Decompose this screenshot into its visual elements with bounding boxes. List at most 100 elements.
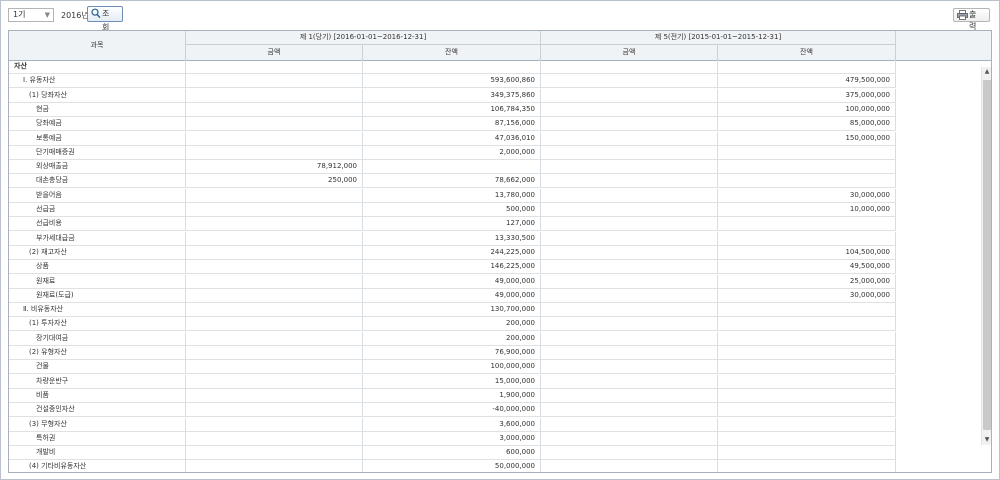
current-balance-cell: 1,900,000	[363, 388, 541, 403]
account-cell: 건설중인자산	[9, 403, 186, 418]
header-previous-period: 제 5(전기) [2015-01-01~2015-12-31]	[541, 31, 896, 45]
table-row[interactable]: 장기대여금 200,000	[9, 331, 896, 346]
previous-balance-cell	[718, 60, 896, 74]
previous-balance-cell: 30,000,000	[718, 288, 896, 303]
previous-amount-cell	[541, 446, 718, 461]
current-balance-cell: 78,662,000	[363, 174, 541, 189]
table-row[interactable]: (4) 기타비유동자산 50,000,000	[9, 460, 896, 472]
table-row[interactable]: 개발비 600,000	[9, 446, 896, 461]
print-button[interactable]: 출 력	[953, 8, 990, 31]
account-cell: 차량운반구	[9, 374, 186, 389]
previous-balance-cell	[718, 460, 896, 472]
account-cell: (1) 당좌자산	[9, 88, 186, 103]
table-row[interactable]: 차량운반구 15,000,000	[9, 374, 896, 389]
current-amount-cell	[186, 388, 363, 403]
current-amount-cell	[186, 131, 363, 146]
account-cell: 비품	[9, 388, 186, 403]
current-amount-cell	[186, 360, 363, 375]
period-select[interactable]: 1기 ▼	[8, 8, 54, 22]
table-row[interactable]: (3) 무형자산 3,600,000	[9, 417, 896, 432]
table-row[interactable]: 받을어음 13,780,000 30,000,000	[9, 188, 896, 203]
current-balance-cell: 49,000,000	[363, 288, 541, 303]
table-row[interactable]: 선급금 500,000 10,000,000	[9, 203, 896, 217]
current-balance-cell: 200,000	[363, 317, 541, 332]
table-row[interactable]: 건설중인자산 -40,000,000	[9, 403, 896, 418]
current-amount-cell	[186, 403, 363, 418]
header-current-period: 제 1(당기) [2016-01-01~2016-12-31]	[186, 31, 541, 45]
current-balance-cell: 100,000,000	[363, 360, 541, 375]
account-cell: 특허권	[9, 431, 186, 446]
table-row[interactable]: 자산	[9, 60, 896, 74]
previous-amount-cell	[541, 374, 718, 389]
search-button[interactable]: 조 회	[87, 6, 123, 32]
previous-amount-cell	[541, 174, 718, 189]
previous-amount-cell	[541, 346, 718, 360]
previous-amount-cell	[541, 131, 718, 146]
current-amount-cell	[186, 102, 363, 117]
table-row[interactable]: 현금 106,784,350 100,000,000	[9, 102, 896, 117]
account-cell: Ⅰ. 유동자산	[9, 74, 186, 89]
previous-amount-cell	[541, 403, 718, 418]
table-row[interactable]: 부가세대급금 13,330,500	[9, 231, 896, 246]
table-row[interactable]: 보통예금 47,036,010 150,000,000	[9, 131, 896, 146]
header-account: 과목	[9, 31, 186, 60]
previous-amount-cell	[541, 245, 718, 260]
current-amount-cell	[186, 331, 363, 346]
previous-balance-cell: 375,000,000	[718, 88, 896, 103]
previous-amount-cell	[541, 360, 718, 375]
table-row[interactable]: 건물 100,000,000	[9, 360, 896, 375]
previous-balance-cell	[718, 217, 896, 232]
scroll-up-arrow-icon[interactable]: ▲	[982, 67, 991, 77]
previous-amount-cell	[541, 74, 718, 89]
table-row[interactable]: 단기매매증권 2,000,000	[9, 145, 896, 160]
table-row[interactable]: (1) 투자자산 200,000	[9, 317, 896, 332]
table-row[interactable]: (1) 당좌자산 349,375,860 375,000,000	[9, 88, 896, 103]
previous-amount-cell	[541, 117, 718, 132]
table-row[interactable]: 선급비용 127,000	[9, 217, 896, 232]
current-balance-cell	[363, 160, 541, 175]
account-cell: 외상매출금	[9, 160, 186, 175]
grid-body: 자산 Ⅰ. 유동자산 593,600,860 479,500,000 (1) 당좌자산 3…	[9, 60, 991, 472]
previous-balance-cell: 479,500,000	[718, 74, 896, 89]
table-row[interactable]: (2) 유형자산 76,900,000	[9, 346, 896, 360]
previous-amount-cell	[541, 417, 718, 432]
current-balance-cell: 50,000,000	[363, 460, 541, 472]
previous-balance-cell	[718, 360, 896, 375]
table-row[interactable]: 원재료 49,000,000 25,000,000	[9, 274, 896, 289]
current-amount-cell	[186, 145, 363, 160]
table-row[interactable]: 특허권 3,000,000	[9, 431, 896, 446]
previous-amount-cell	[541, 388, 718, 403]
current-amount-cell	[186, 117, 363, 132]
vertical-scrollbar[interactable]: ▲ ▼	[981, 67, 991, 445]
table-row[interactable]: 원재료(도급) 49,000,000 30,000,000	[9, 288, 896, 303]
account-cell: (3) 무형자산	[9, 417, 186, 432]
account-cell: (1) 투자자산	[9, 317, 186, 332]
table-row[interactable]: (2) 재고자산 244,225,000 104,500,000	[9, 245, 896, 260]
table-row[interactable]: 대손충당금 250,000 78,662,000	[9, 174, 896, 189]
previous-amount-cell	[541, 431, 718, 446]
current-amount-cell	[186, 260, 363, 275]
table-row[interactable]: Ⅱ. 비유동자산 130,700,000	[9, 303, 896, 318]
scroll-down-arrow-icon[interactable]: ▼	[982, 435, 991, 445]
year-label: 2016년	[61, 11, 89, 20]
previous-balance-cell: 49,500,000	[718, 260, 896, 275]
table-row[interactable]: 비품 1,900,000	[9, 388, 896, 403]
current-balance-cell: 146,225,000	[363, 260, 541, 275]
previous-amount-cell	[541, 88, 718, 103]
current-balance-cell: 127,000	[363, 217, 541, 232]
current-amount-cell	[186, 74, 363, 89]
previous-balance-cell: 150,000,000	[718, 131, 896, 146]
previous-balance-cell: 104,500,000	[718, 245, 896, 260]
table-row[interactable]: Ⅰ. 유동자산 593,600,860 479,500,000	[9, 74, 896, 89]
current-amount-cell	[186, 274, 363, 289]
account-cell: 자산	[9, 60, 186, 74]
previous-amount-cell	[541, 303, 718, 318]
scrollbar-thumb[interactable]	[983, 80, 991, 430]
table-row[interactable]: 상품 146,225,000 49,500,000	[9, 260, 896, 275]
current-amount-cell	[186, 288, 363, 303]
table-row[interactable]: 외상매출금 78,912,000	[9, 160, 896, 175]
previous-balance-cell	[718, 145, 896, 160]
previous-balance-cell	[718, 303, 896, 318]
table-row[interactable]: 당좌예금 87,156,000 85,000,000	[9, 117, 896, 132]
current-amount-cell	[186, 217, 363, 232]
